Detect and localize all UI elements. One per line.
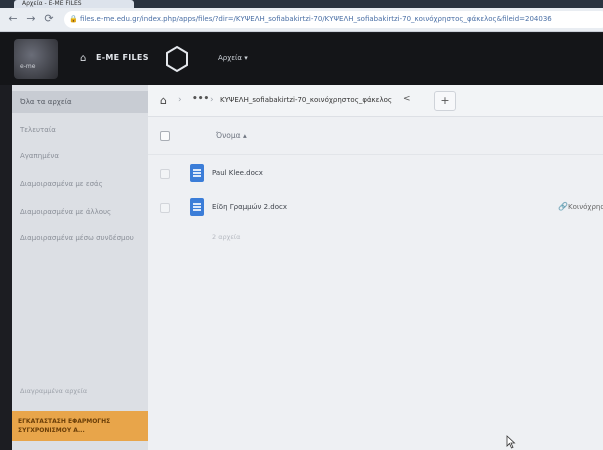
row-checkbox[interactable] [160, 203, 170, 213]
sync-app-banner[interactable]: ΕΓΚΑΤΑΣΤΑΣΗ ΕΦΑΡΜΟΓΗΣ ΣΥΓΧΡΟΝΙΣΜΟΥ Α... [12, 411, 148, 441]
shared-label[interactable]: Κοινόχρησ [568, 203, 603, 211]
breadcrumb-home-icon[interactable]: ⌂ [160, 94, 167, 107]
file-name[interactable]: Paul Klee.docx [212, 169, 263, 177]
url-text: files.e-me.edu.gr/index.php/apps/files/?… [80, 15, 552, 23]
sidebar-item-shared-with-others[interactable]: Διαμοιρασμένα με άλλους [12, 201, 148, 223]
home-icon[interactable]: ⌂ [80, 53, 86, 64]
share-icon[interactable]: < [403, 94, 411, 104]
link-icon[interactable]: 🔗 [558, 202, 568, 211]
file-list-area: ⌂ › ••• › ΚΥΨΕΛΗ_sofiabakirtzi-70_κοινόχ… [148, 85, 603, 450]
add-new-button[interactable]: + [434, 91, 456, 111]
browser-tab-strip: Αρχεία - E-ME FILES [0, 0, 603, 8]
logo-text: e-me [20, 63, 36, 70]
forward-arrow-icon[interactable]: → [24, 12, 38, 26]
breadcrumb-separator-icon: › [210, 95, 214, 105]
table-header: Όνομα ▴ [148, 117, 603, 155]
breadcrumb-separator-icon: › [178, 95, 182, 105]
sidebar-item-all-files[interactable]: Όλα τα αρχεία [12, 91, 148, 113]
breadcrumb: ⌂ › ••• › ΚΥΨΕΛΗ_sofiabakirtzi-70_κοινόχ… [148, 85, 603, 117]
sidebar-item-favorites[interactable]: Αγαπημένα [12, 145, 148, 167]
app-logo[interactable] [14, 39, 58, 79]
breadcrumb-current-folder[interactable]: ΚΥΨΕΛΗ_sofiabakirtzi-70_κοινόχρηστος_φάκ… [220, 96, 392, 104]
mouse-cursor-icon [506, 435, 516, 449]
breadcrumb-more[interactable]: ••• [192, 94, 209, 104]
sidebar: Όλα τα αρχεία Τελευταία Αγαπημένα Διαμοι… [12, 85, 148, 450]
file-name[interactable]: Είδη Γραμμών 2.docx [212, 203, 287, 211]
column-name-header[interactable]: Όνομα ▴ [216, 131, 247, 140]
back-arrow-icon[interactable]: ← [6, 12, 20, 26]
row-checkbox[interactable] [160, 169, 170, 179]
lock-icon: 🔒 [69, 15, 78, 23]
document-icon [190, 164, 204, 182]
browser-tab[interactable]: Αρχεία - E-ME FILES [14, 0, 134, 8]
files-app-menu[interactable]: Αρχεία ▾ [218, 54, 248, 62]
app-name[interactable]: E-ME FILES [96, 53, 149, 62]
select-all-checkbox[interactable] [160, 131, 170, 141]
sidebar-item-recent[interactable]: Τελευταία [12, 119, 148, 141]
sidebar-item-shared-by-link[interactable]: Διαμοιρασμένα μέσω συνδέσμου [12, 227, 148, 249]
address-bar[interactable]: 🔒 files.e-me.edu.gr/index.php/apps/files… [64, 11, 603, 28]
document-icon [190, 198, 204, 216]
table-row[interactable]: Είδη Γραμμών 2.docx 🔗 Κοινόχρησ [148, 191, 603, 227]
file-count: 2 αρχεία [212, 233, 241, 241]
browser-toolbar: ← → ⟳ 🔒 files.e-me.edu.gr/index.php/apps… [0, 8, 603, 32]
sidebar-item-deleted-files[interactable]: Διαγραμμένα αρχεία [20, 387, 87, 395]
apps-hexagon-icon[interactable] [165, 45, 189, 73]
sidebar-item-shared-with-you[interactable]: Διαμοιρασμένα με εσάς [12, 173, 148, 195]
app-header: e-me ⌂ E-ME FILES Αρχεία ▾ [0, 33, 603, 85]
reload-icon[interactable]: ⟳ [42, 12, 56, 26]
table-row[interactable]: Paul Klee.docx [148, 157, 603, 193]
